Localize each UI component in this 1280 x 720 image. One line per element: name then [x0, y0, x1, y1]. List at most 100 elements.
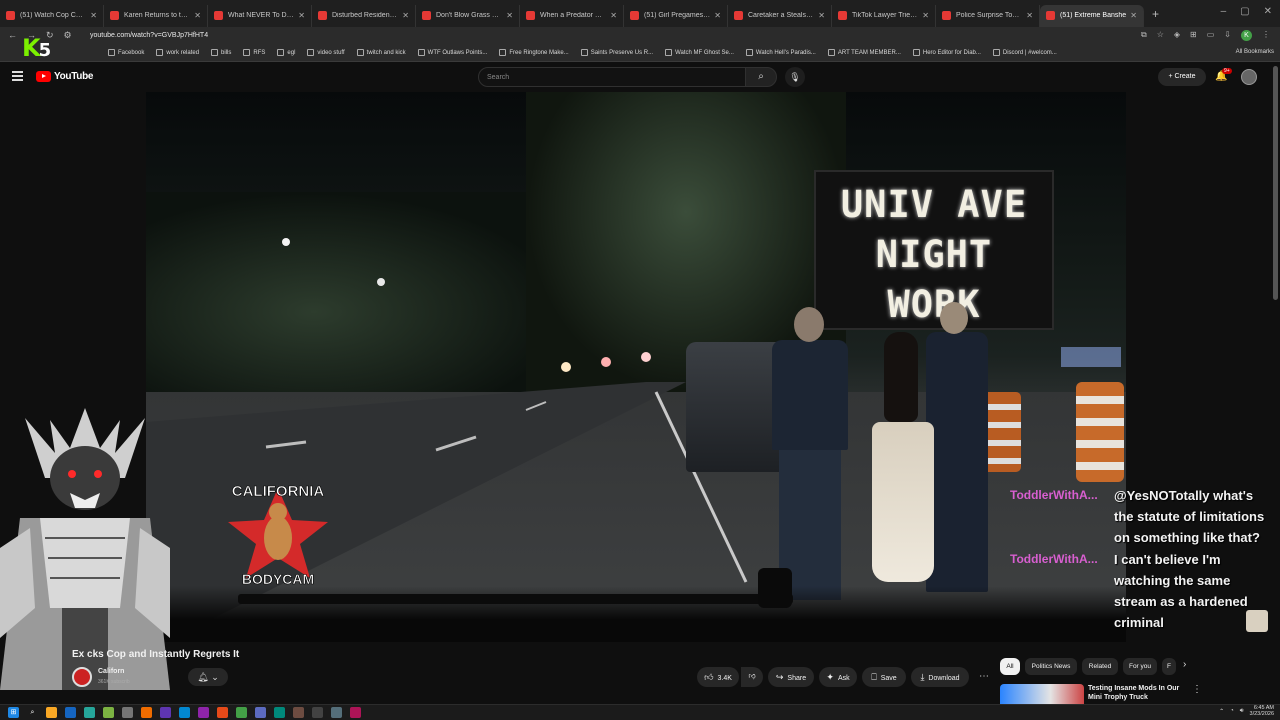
- profile-avatar[interactable]: K: [1241, 30, 1252, 41]
- like-button[interactable]: 👍︎ 3.4K: [697, 667, 739, 687]
- hamburger-menu-icon[interactable]: [12, 71, 23, 81]
- bookmark-item[interactable]: Free Ringtone Make...: [499, 49, 569, 56]
- recommended-menu-icon[interactable]: ⋮: [1192, 684, 1202, 695]
- browser-tab[interactable]: Don't Blow Grass On Her ✕: [416, 4, 520, 27]
- downloads-icon[interactable]: ⇩: [1224, 30, 1231, 41]
- chevron-up-icon[interactable]: ⌃: [1219, 708, 1224, 715]
- app-icon-10[interactable]: [312, 707, 323, 718]
- share-button[interactable]: ↪ Share: [768, 667, 814, 687]
- voice-search-button[interactable]: 🎙: [785, 67, 805, 87]
- search-input[interactable]: Search: [478, 67, 746, 87]
- browser-menu-icon[interactable]: ⋮: [1262, 30, 1270, 41]
- channel-name[interactable]: Californ: [98, 668, 124, 675]
- bookmark-item[interactable]: egl: [277, 49, 295, 56]
- browser-tab[interactable]: Caretaker a Steals Badge ✕: [728, 4, 832, 27]
- bookmark-item[interactable]: work related: [156, 49, 199, 56]
- wifi-icon[interactable]: ◔: [1230, 708, 1234, 714]
- youtube-logo[interactable]: YouTube: [36, 71, 94, 82]
- bookmark-item[interactable]: ART TEAM MEMBER...: [827, 49, 901, 56]
- bookmark-item[interactable]: WTF Outlaws Points...: [417, 49, 487, 56]
- app-icon-2[interactable]: [103, 707, 114, 718]
- close-window-icon[interactable]: ✕: [1264, 6, 1272, 17]
- extensions-puzzle-icon[interactable]: ⊞: [1190, 30, 1197, 41]
- chip-related[interactable]: Related: [1082, 658, 1118, 675]
- close-tab-icon[interactable]: ✕: [922, 11, 929, 20]
- chip-politics-news[interactable]: Politics News: [1025, 658, 1077, 675]
- close-tab-icon[interactable]: ✕: [90, 11, 97, 20]
- bookmark-item[interactable]: Facebook: [108, 49, 144, 56]
- app-icon-5[interactable]: [160, 707, 171, 718]
- file-explorer-icon[interactable]: [46, 707, 57, 718]
- app-icon-8[interactable]: [274, 707, 285, 718]
- account-avatar[interactable]: [1241, 69, 1257, 85]
- close-tab-icon[interactable]: ✕: [1026, 11, 1033, 20]
- start-icon[interactable]: ⊞: [8, 707, 19, 718]
- subscription-bell-button[interactable]: 🔔︎ ⌄: [188, 668, 228, 686]
- save-button[interactable]: ⎕ Save: [862, 667, 906, 687]
- chrome-icon[interactable]: [236, 707, 247, 718]
- extension-icon[interactable]: ◈: [1174, 30, 1180, 41]
- close-tab-icon[interactable]: ✕: [298, 11, 305, 20]
- close-tab-icon[interactable]: ✕: [818, 11, 825, 20]
- close-tab-icon[interactable]: ✕: [402, 11, 409, 20]
- bookmark-star-icon[interactable]: ☆: [1157, 30, 1164, 41]
- obs-icon[interactable]: [350, 707, 361, 718]
- app-icon-4[interactable]: [141, 707, 152, 718]
- site-info-icon[interactable]: ⚙: [64, 30, 72, 41]
- app-icon-9[interactable]: [293, 707, 304, 718]
- system-clock[interactable]: 6:45 AM 3/23/2026: [1250, 705, 1274, 717]
- recommended-thumbnail[interactable]: [1000, 684, 1084, 704]
- browser-tab[interactable]: What NEVER To Do Durin ✕: [208, 4, 312, 27]
- bookmark-item[interactable]: Saints Preserve Us R...: [580, 49, 653, 56]
- bookmark-item[interactable]: Hero Editor for Diab...: [912, 49, 981, 56]
- install-icon[interactable]: ⧉: [1141, 30, 1147, 41]
- app-icon-7[interactable]: [198, 707, 209, 718]
- download-button[interactable]: ⤓ Download: [911, 667, 969, 687]
- close-tab-icon[interactable]: ✕: [194, 11, 201, 20]
- close-tab-icon[interactable]: ✕: [1130, 11, 1137, 20]
- bookmark-item[interactable]: video stuff: [307, 49, 345, 56]
- chip-more[interactable]: F: [1162, 658, 1176, 675]
- all-bookmarks[interactable]: All Bookmarks: [1236, 49, 1274, 55]
- browser-tab[interactable]: Police Surprise Toxic Coup ✕: [936, 4, 1040, 27]
- browser-tab[interactable]: (51) Girl Pregames Thank ✕: [624, 4, 728, 27]
- bookmark-item[interactable]: twitch and kick: [356, 49, 406, 56]
- close-tab-icon[interactable]: ✕: [610, 11, 617, 20]
- browser-tab[interactable]: (51) Extreme Banshe ✕: [1040, 4, 1144, 27]
- new-tab-button[interactable]: +: [1152, 7, 1159, 21]
- chip-for-you[interactable]: For you: [1123, 658, 1157, 675]
- app-icon-6[interactable]: [179, 707, 190, 718]
- recommended-title[interactable]: Testing Insane Mods In Our Mini Trophy T…: [1088, 684, 1180, 704]
- ask-button[interactable]: ✦ Ask: [819, 667, 857, 687]
- browser-tab[interactable]: When a Predator Gets Ca✕: [520, 4, 624, 27]
- search-taskbar-icon[interactable]: ⌕: [27, 707, 38, 718]
- back-icon[interactable]: ←: [8, 30, 17, 41]
- maximize-icon[interactable]: ▢: [1240, 6, 1249, 17]
- browser-tab[interactable]: Karen Returns to the Ga ✕: [104, 4, 208, 27]
- discord-icon[interactable]: [255, 707, 266, 718]
- app-icon-1[interactable]: [84, 707, 95, 718]
- minimize-icon[interactable]: –: [1221, 6, 1227, 17]
- dislike-button[interactable]: 👎︎: [741, 667, 763, 687]
- bookmark-item[interactable]: Discord | #welcom...: [992, 49, 1057, 56]
- more-actions-icon[interactable]: ⋯: [975, 667, 993, 687]
- app-icon-3[interactable]: [122, 707, 133, 718]
- settings-icon[interactable]: [331, 707, 342, 718]
- browser-tab[interactable]: Disturbed Resident Atten ✕: [312, 4, 416, 27]
- browser-tab[interactable]: (51) Watch Cop Cam - Yo ✕: [0, 4, 104, 27]
- url-field[interactable]: youtube.com/watch?v=GVBJp7HfHT4: [90, 32, 208, 39]
- bookmark-item[interactable]: RFS: [243, 49, 265, 56]
- channel-avatar[interactable]: [72, 667, 92, 687]
- volume-icon[interactable]: 🔊︎: [1240, 708, 1244, 715]
- close-tab-icon[interactable]: ✕: [714, 11, 721, 20]
- bookmark-item[interactable]: bills: [211, 49, 231, 56]
- chip-all[interactable]: All: [1000, 658, 1020, 675]
- sidebar-icon[interactable]: ▭: [1207, 30, 1215, 41]
- bookmark-item[interactable]: Watch Hell's Paradis...: [745, 49, 816, 56]
- search-button[interactable]: ⌕: [745, 67, 777, 87]
- page-scrollbar[interactable]: [1273, 66, 1278, 300]
- chevron-right-icon[interactable]: ›: [1183, 659, 1186, 670]
- browser-tab[interactable]: TikTok Lawyer Tries to Bu ✕: [832, 4, 936, 27]
- store-icon[interactable]: [65, 707, 76, 718]
- close-tab-icon[interactable]: ✕: [506, 11, 513, 20]
